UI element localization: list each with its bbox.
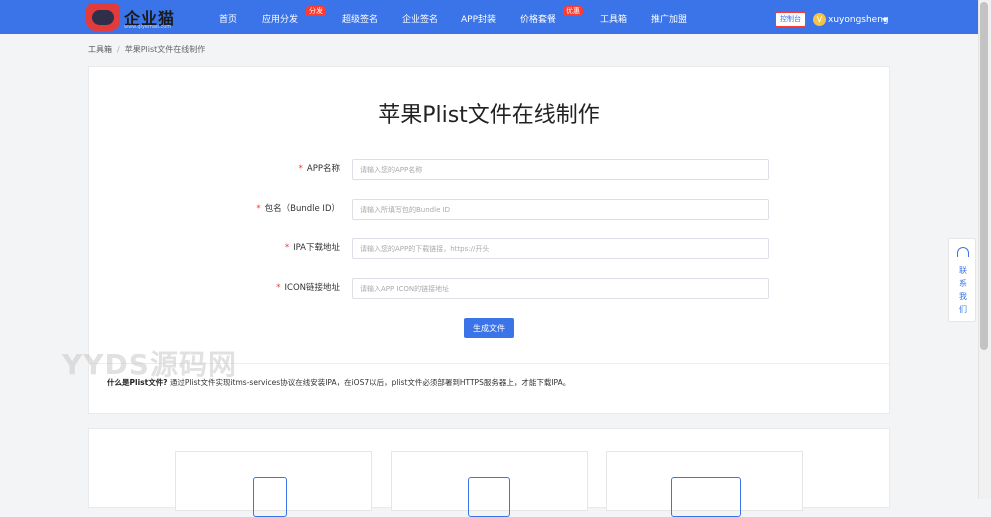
bundle-id-input[interactable]	[352, 199, 769, 220]
nav-partnership[interactable]: 推广加盟	[651, 0, 687, 34]
watermark: YYDS源码网	[62, 348, 237, 381]
breadcrumb-toolbox[interactable]: 工具箱	[88, 45, 112, 54]
bundle-id-label: * 包名（Bundle ID）	[256, 204, 340, 214]
feature-box-devices[interactable]	[391, 451, 588, 517]
devices-icon	[468, 477, 510, 517]
username[interactable]: xuyongsheng	[828, 0, 889, 34]
nav-home[interactable]: 首页	[219, 0, 237, 34]
top-navbar: 企业猫 www.qiyemao.com 首页 应用分发 分发 超级签名 企业签名…	[0, 0, 978, 34]
logo[interactable]: 企业猫 www.qiyemao.com	[86, 3, 196, 31]
ipa-url-label: * IPA下载地址	[284, 243, 340, 253]
tablet-icon	[253, 477, 287, 517]
feature-box-desktop[interactable]	[606, 451, 803, 517]
breadcrumb-current: 苹果Plist文件在线制作	[124, 45, 206, 54]
app-name-input[interactable]	[352, 159, 769, 180]
desktop-icon	[671, 477, 741, 517]
generate-file-button[interactable]: 生成文件	[464, 318, 514, 338]
icon-url-input[interactable]	[352, 278, 769, 299]
contact-char: 我	[959, 292, 967, 301]
page-title: 苹果Plist文件在线制作	[378, 103, 600, 128]
contact-us-widget[interactable]: 联 系 我 们	[948, 238, 976, 322]
icon-url-label: * ICON链接地址	[276, 283, 340, 293]
nav-enterprise-signature[interactable]: 企业签名	[402, 0, 438, 34]
nav-badge-distribution: 分发	[306, 6, 326, 16]
nav-app-wrapper[interactable]: APP封装	[461, 0, 496, 34]
chevron-down-icon[interactable]	[882, 18, 888, 22]
nav-toolbox[interactable]: 工具箱	[600, 0, 627, 34]
contact-char: 联	[959, 266, 967, 275]
logo-subtitle: www.qiyemao.com	[124, 24, 172, 30]
ipa-url-input[interactable]	[352, 238, 769, 259]
nav-app-distribution[interactable]: 应用分发	[262, 0, 298, 34]
app-name-label: * APP名称	[298, 164, 340, 174]
contact-char: 系	[959, 279, 967, 288]
nav-super-signature[interactable]: 超级签名	[342, 0, 378, 34]
scrollbar-thumb[interactable]	[980, 2, 988, 350]
nav-badge-discount: 优惠	[563, 6, 583, 16]
cat-logo-icon	[86, 3, 120, 31]
headset-icon	[957, 247, 969, 257]
breadcrumb: 工具箱 / 苹果Plist文件在线制作	[88, 44, 205, 55]
console-button[interactable]: 控制台	[775, 12, 806, 27]
avatar[interactable]: V	[813, 13, 826, 26]
feature-box-tablet[interactable]	[175, 451, 372, 517]
nav-pricing[interactable]: 价格套餐	[520, 0, 556, 34]
breadcrumb-separator: /	[117, 45, 120, 54]
contact-char: 们	[959, 305, 967, 314]
